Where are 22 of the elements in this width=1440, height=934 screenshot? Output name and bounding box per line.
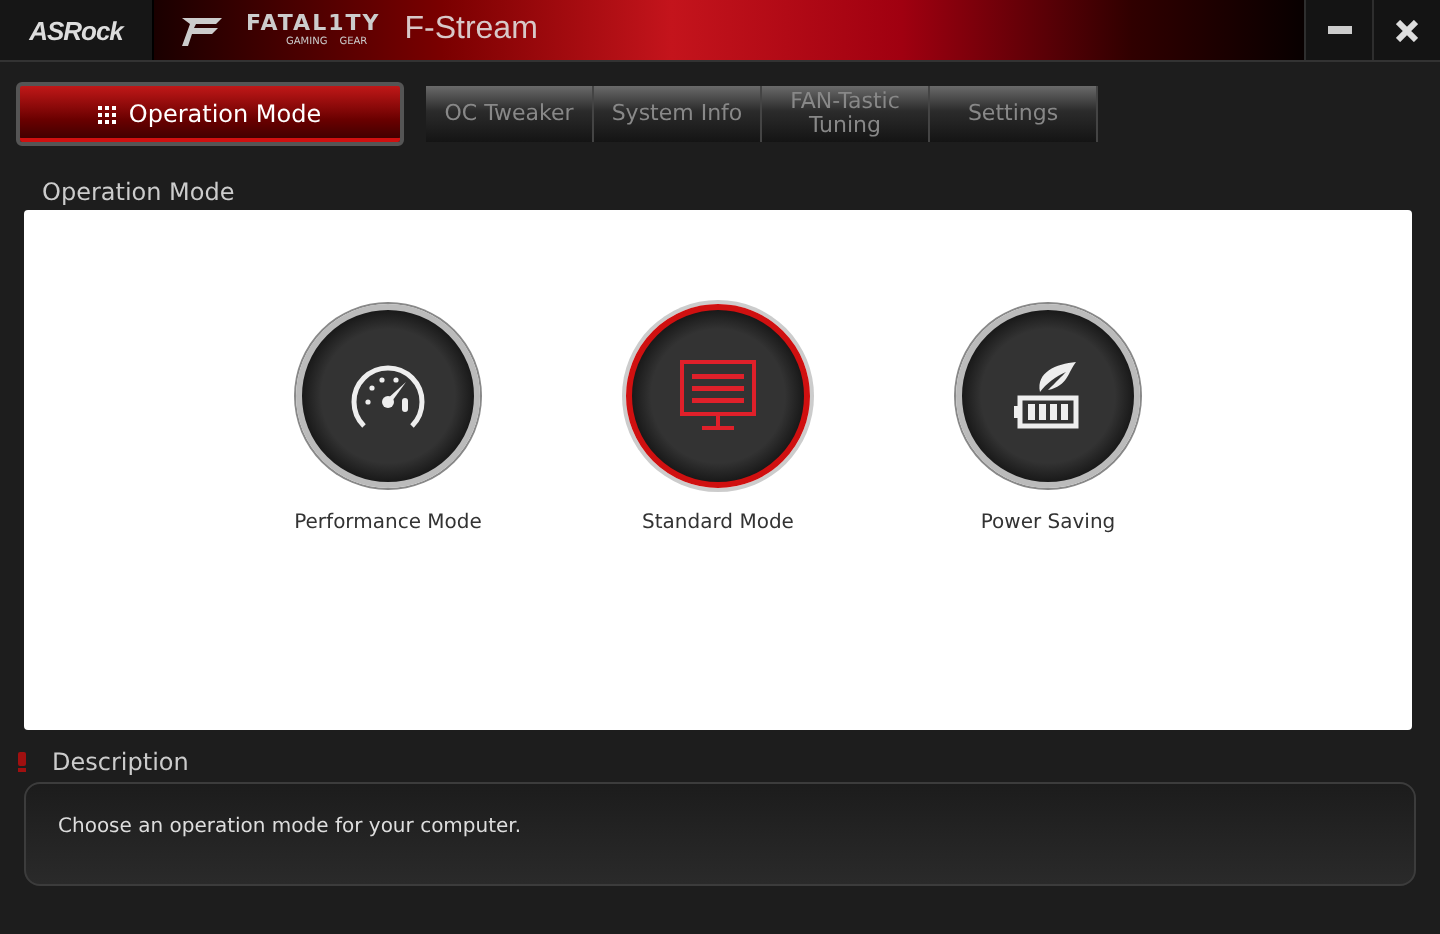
grid-icon <box>98 105 117 123</box>
minimize-button[interactable] <box>1304 0 1372 60</box>
tab[interactable]: FAN-Tastic Tuning <box>762 86 930 142</box>
close-icon <box>1396 19 1418 41</box>
description-text: Choose an operation mode for your computer. <box>58 816 522 838</box>
tab[interactable]: Settings <box>930 86 1098 142</box>
logo-text: FATAL1TY <box>246 12 381 36</box>
tab[interactable]: System Info <box>594 86 762 142</box>
minimize-icon <box>1327 26 1351 34</box>
section-title: Operation Mode <box>40 176 237 202</box>
mode-label: Performance Mode <box>294 512 482 534</box>
mode-label: Power Saving <box>980 512 1116 534</box>
mode-label: Standard Mode <box>642 512 794 534</box>
brand-logo: ASRock <box>0 0 154 60</box>
speedometer-icon <box>348 360 428 432</box>
window-title: F-Stream <box>404 12 538 48</box>
monitor-icon <box>678 358 758 434</box>
info-icon <box>16 752 28 772</box>
tab[interactable]: OC Tweaker <box>426 86 594 142</box>
close-button[interactable] <box>1372 0 1440 60</box>
description-title: Description <box>52 748 189 776</box>
tab[interactable]: Operation Mode <box>16 82 404 146</box>
